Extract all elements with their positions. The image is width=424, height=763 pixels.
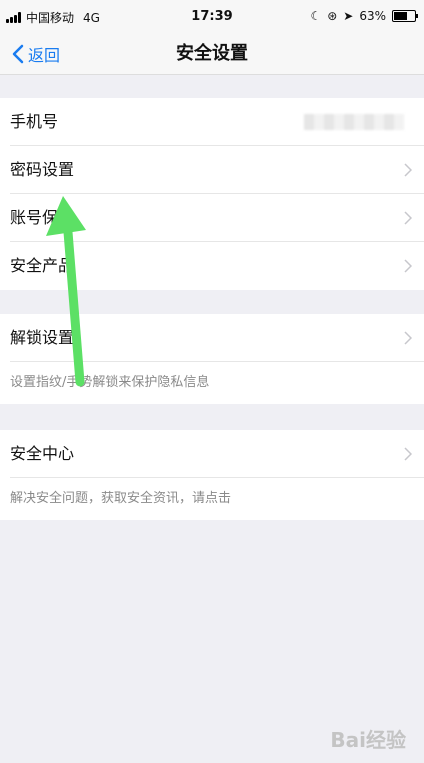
annotation-arrow bbox=[46, 196, 86, 387]
watermark: Bai经验 bbox=[330, 728, 406, 752]
